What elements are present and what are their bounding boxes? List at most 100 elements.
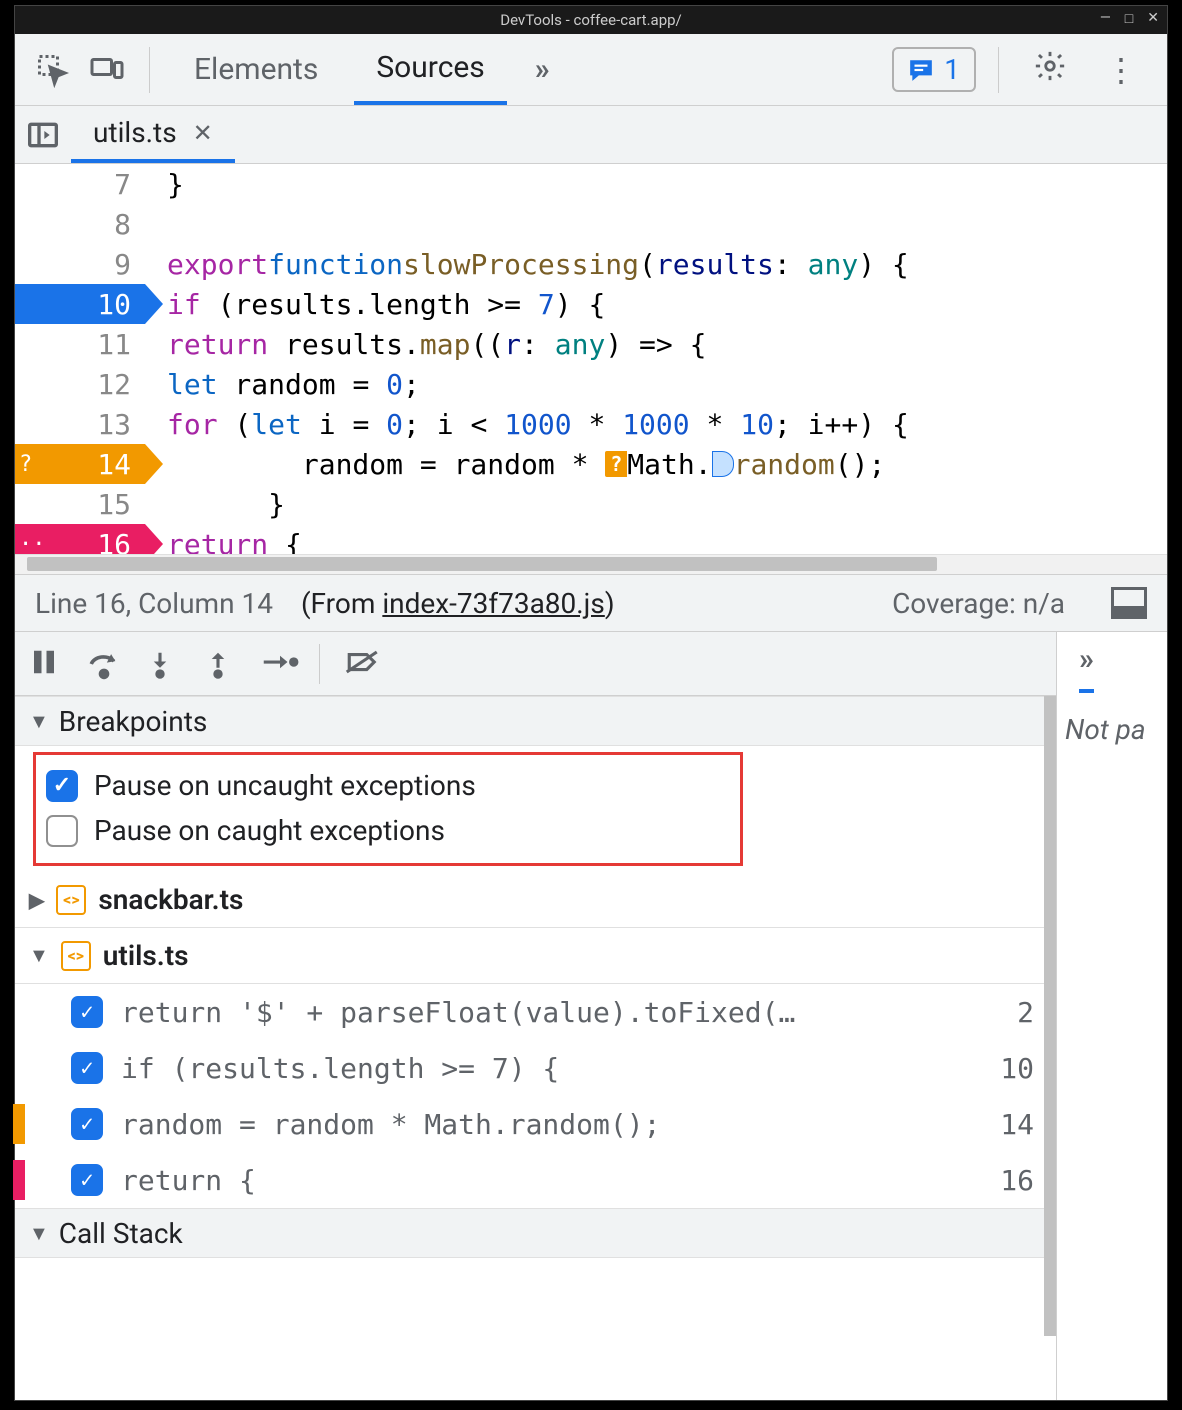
breakpoint-text: return {	[121, 1164, 256, 1197]
settings-icon[interactable]	[1021, 49, 1079, 91]
callstack-section-header[interactable]: ▼ Call Stack	[15, 1208, 1056, 1258]
kebab-icon[interactable]: ⋮	[1093, 51, 1149, 89]
pause-caught-checkbox[interactable]	[46, 815, 78, 847]
debug-toolbar	[15, 632, 1056, 696]
breakpoint-text: return '$' + parseFloat(value).toFixed(…	[121, 996, 795, 1029]
separator	[998, 47, 999, 93]
pause-uncaught-row[interactable]: ✓ Pause on uncaught exceptions	[36, 763, 740, 808]
file-name: utils.ts	[103, 939, 189, 972]
file-tab-name: utils.ts	[93, 116, 177, 149]
step-icon[interactable]	[261, 647, 295, 681]
vertical-scrollbar[interactable]	[1044, 696, 1056, 1336]
line-number[interactable]: 8	[15, 204, 145, 244]
pause-icon[interactable]	[29, 647, 63, 681]
breakpoint-item[interactable]: ✓random = random * Math.random();14	[15, 1096, 1056, 1152]
step-into-icon[interactable]	[145, 647, 179, 681]
issues-count: 1	[944, 53, 960, 86]
line-number[interactable]: 15	[15, 484, 145, 524]
breakpoint-stripe	[13, 1160, 25, 1200]
breakpoint-line: 10	[1000, 1052, 1034, 1085]
message-icon	[908, 57, 934, 83]
tab-sources[interactable]: Sources	[354, 35, 506, 105]
more-tabs-icon[interactable]: »	[1079, 642, 1094, 693]
line-number[interactable]: 10	[15, 284, 145, 324]
breakpoint-line: 16	[1000, 1164, 1034, 1197]
breakpoint-line: 2	[1017, 996, 1034, 1029]
debugger-pane: ▼ Breakpoints ✓ Pause on uncaught except…	[15, 632, 1057, 1400]
window-title: DevTools - coffee-cart.app/	[500, 11, 682, 29]
code-line[interactable]: return results.map((r: any) => {	[167, 324, 1167, 364]
collapse-icon: ▼	[29, 709, 49, 734]
sourcemap-from: (From index-73f73a80.js)	[301, 587, 615, 620]
code-line[interactable]: export function slowProcessing(results: …	[167, 244, 1167, 284]
breakpoint-file-row[interactable]: ▼ <> utils.ts	[15, 928, 1056, 984]
file-tabbar: utils.ts ✕	[15, 106, 1167, 164]
line-number[interactable]: 13	[15, 404, 145, 444]
expand-icon: ▶	[29, 888, 44, 912]
horizontal-scrollbar[interactable]	[15, 554, 1167, 574]
script-file-icon: <>	[56, 885, 86, 915]
breakpoint-item[interactable]: ✓ if (results.length >= 7) { 10	[15, 1040, 1056, 1096]
deactivate-breakpoints-icon[interactable]	[344, 647, 378, 681]
line-number[interactable]: 7	[15, 164, 145, 204]
maximize-icon[interactable]: □	[1125, 10, 1133, 27]
step-over-icon[interactable]	[87, 647, 121, 681]
step-out-icon[interactable]	[203, 647, 237, 681]
breakpoint-text: if (results.length >= 7) {	[121, 1052, 559, 1085]
breakpoint-checkbox[interactable]: ✓	[71, 1108, 103, 1140]
pause-caught-row[interactable]: Pause on caught exceptions	[36, 808, 740, 853]
coverage-status: Coverage: n/a	[892, 587, 1065, 620]
sourcemap-link[interactable]: index-73f73a80.js	[382, 587, 604, 620]
code-line[interactable]: for (let i = 0; i < 1000 * 1000 * 10; i+…	[167, 404, 1167, 444]
line-gutter[interactable]: 7891011121314?1516··	[15, 164, 145, 574]
expand-icon: ▼	[29, 943, 49, 968]
pause-uncaught-checkbox[interactable]: ✓	[46, 770, 78, 802]
pause-options-highlight: ✓ Pause on uncaught exceptions Pause on …	[33, 752, 743, 866]
tab-elements[interactable]: Elements	[172, 35, 340, 105]
script-file-icon: <>	[61, 941, 91, 971]
close-icon[interactable]: ✕	[1147, 10, 1159, 27]
editor-status: Line 16, Column 14 (From index-73f73a80.…	[15, 574, 1167, 632]
more-tabs-icon[interactable]: »	[521, 52, 564, 87]
code-line[interactable]: random = random * ?Math.random();	[167, 444, 1167, 484]
bottom-drawer-icon[interactable]	[1111, 587, 1147, 619]
breakpoint-file-row[interactable]: ▶ <> snackbar.ts	[15, 872, 1056, 928]
breakpoint-line: 14	[1000, 1108, 1034, 1141]
breakpoint-item[interactable]: ✓ return { 16	[15, 1152, 1056, 1208]
right-pane: » Not pa	[1057, 632, 1167, 1400]
breakpoint-checkbox[interactable]: ✓	[71, 1164, 103, 1196]
main-toolbar: Elements Sources » 1 ⋮	[15, 34, 1167, 106]
breakpoints-section-header[interactable]: ▼ Breakpoints	[15, 696, 1056, 746]
navigator-toggle-icon[interactable]	[15, 107, 71, 163]
lower-panes: ▼ Breakpoints ✓ Pause on uncaught except…	[15, 632, 1167, 1400]
window-controls: — □ ✕	[1100, 10, 1159, 27]
code-line[interactable]: let random = 0;	[167, 364, 1167, 404]
issues-badge[interactable]: 1	[892, 47, 976, 92]
titlebar: DevTools - coffee-cart.app/ — □ ✕	[15, 6, 1167, 34]
editor[interactable]: 7891011121314?1516·· } export function sl…	[15, 164, 1167, 574]
separator	[319, 644, 320, 684]
line-number[interactable]: 14?	[15, 444, 145, 484]
cursor-position: Line 16, Column 14	[35, 587, 273, 620]
code-line[interactable]: }	[167, 164, 1167, 204]
code-content[interactable]: } export function slowProcessing(results:…	[145, 164, 1167, 574]
file-tab-utils[interactable]: utils.ts ✕	[71, 107, 235, 163]
file-name: snackbar.ts	[98, 883, 243, 916]
code-line[interactable]	[167, 204, 1167, 244]
collapse-icon: ▼	[29, 1221, 49, 1246]
line-number[interactable]: 9	[15, 244, 145, 284]
device-icon[interactable]	[87, 50, 127, 90]
pause-status-text: Not pa	[1065, 713, 1159, 746]
devtools-window: DevTools - coffee-cart.app/ — □ ✕ Elemen…	[14, 5, 1168, 1401]
line-number[interactable]: 11	[15, 324, 145, 364]
breakpoint-item[interactable]: ✓ return '$' + parseFloat(value).toFixed(…	[15, 984, 1056, 1040]
close-file-icon[interactable]: ✕	[193, 119, 213, 147]
minimize-icon[interactable]: —	[1100, 10, 1111, 27]
breakpoint-checkbox[interactable]: ✓	[71, 996, 103, 1028]
breakpoint-checkbox[interactable]: ✓	[71, 1052, 103, 1084]
separator	[149, 47, 150, 93]
inspect-icon[interactable]	[33, 50, 73, 90]
line-number[interactable]: 12	[15, 364, 145, 404]
code-line[interactable]: if (results.length >= 7) {	[167, 284, 1167, 324]
code-line[interactable]: }	[167, 484, 1167, 524]
